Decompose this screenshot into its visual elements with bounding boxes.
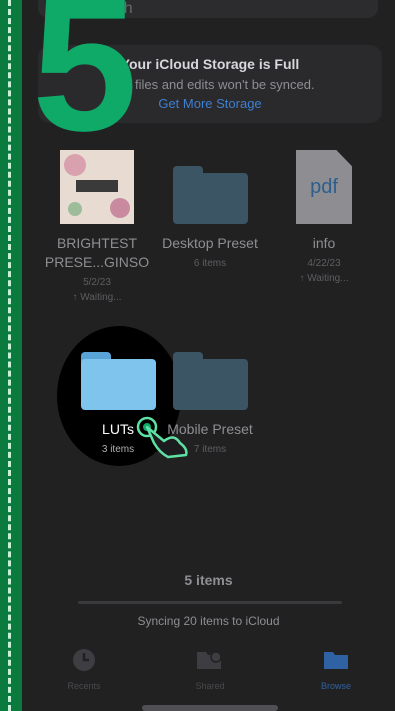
files-app-screen: Search Your iCloud Storage is Full New f… xyxy=(22,0,395,711)
image-thumbnail-icon xyxy=(60,150,134,224)
tab-recents[interactable]: Recents xyxy=(39,648,129,691)
home-indicator xyxy=(142,705,278,711)
dashed-line xyxy=(8,0,11,711)
tab-bar: Recents Shared Browse xyxy=(22,648,395,698)
folder-name: Desktop Preset xyxy=(162,235,258,251)
tab-shared[interactable]: Shared xyxy=(165,648,255,691)
tab-label: Shared xyxy=(195,681,225,691)
folder-icon xyxy=(172,352,248,410)
file-name: info xyxy=(312,235,336,251)
folder-desktop-preset[interactable]: Desktop Preset 6 items xyxy=(155,166,265,271)
step-number-overlay: 5 xyxy=(32,0,138,171)
shared-folder-icon xyxy=(197,651,222,669)
folder-icon xyxy=(172,166,248,224)
pdf-file-icon: pdf xyxy=(296,150,352,224)
folder-item-count: 6 items xyxy=(193,258,227,269)
file-date: 5/2/23 xyxy=(83,277,111,288)
folder-icon xyxy=(80,352,156,410)
pdf-icon-label: pdf xyxy=(310,176,338,198)
item-count: 5 items xyxy=(184,572,233,588)
file-date: 4/22/23 xyxy=(307,258,341,269)
clock-icon xyxy=(73,649,95,671)
tab-label: Browse xyxy=(320,681,351,691)
sync-progress-bar xyxy=(78,601,342,604)
upload-status: ↑ Waiting... xyxy=(299,273,349,284)
folder-icon xyxy=(324,652,348,669)
file-name-line2: PRESE...GINSO xyxy=(44,254,150,270)
sync-status: Syncing 20 items to iCloud xyxy=(137,614,280,628)
file-brightest-preset[interactable]: BRIGHTEST PRESE...GINSO 5/2/23 ↑ Waiting… xyxy=(42,150,152,305)
tutorial-side-strip xyxy=(0,0,22,711)
tap-hand-icon xyxy=(136,416,188,459)
tab-browse[interactable]: Browse xyxy=(291,648,381,691)
tab-label: Recents xyxy=(67,681,101,691)
file-info-pdf[interactable]: pdf info 4/22/23 ↑ Waiting... xyxy=(269,150,379,286)
upload-status: ↑ Waiting... xyxy=(72,292,122,303)
file-name-line1: BRIGHTEST xyxy=(56,235,138,251)
